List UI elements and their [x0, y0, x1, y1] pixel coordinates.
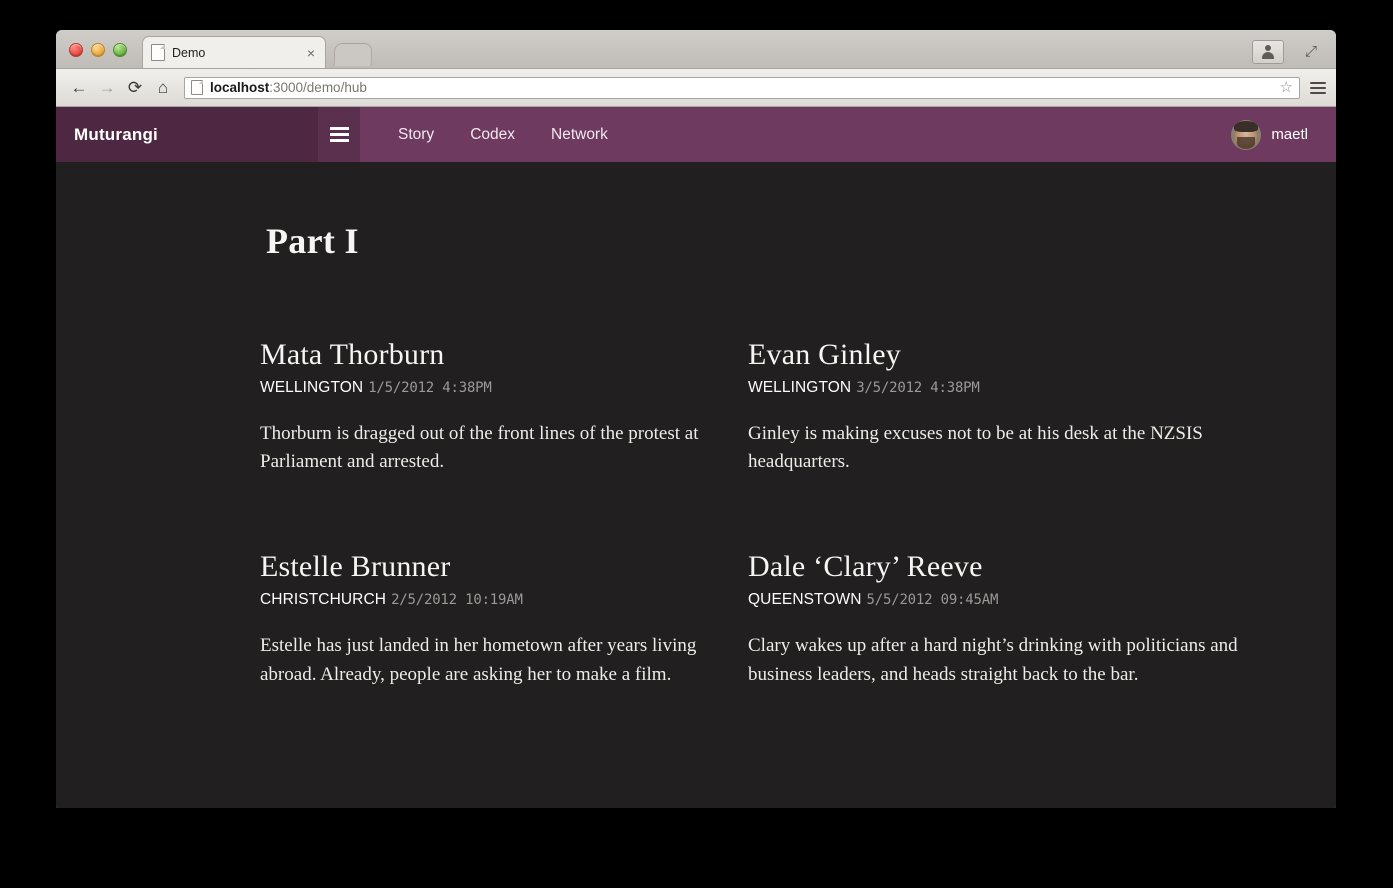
character-timestamp: 3/5/2012 4:38PM	[856, 380, 980, 396]
character-card[interactable]: Mata Thorburn WELLINGTON 1/5/2012 4:38PM …	[260, 338, 748, 477]
character-location: QUEENSTOWN	[748, 591, 862, 609]
minimize-window-button[interactable]	[91, 43, 105, 57]
back-icon[interactable]: ←	[66, 79, 92, 96]
tab-strip: Demo × ⤢	[56, 30, 1336, 69]
nav-link-story[interactable]: Story	[380, 107, 452, 162]
character-timestamp: 5/5/2012 09:45AM	[866, 592, 999, 609]
character-card[interactable]: Evan Ginley WELLINGTON 3/5/2012 4:38PM Gi…	[748, 338, 1336, 477]
character-card[interactable]: Estelle Brunner CHRISTCHURCH 2/5/2012 10:…	[260, 550, 748, 689]
character-location: CHRISTCHURCH	[260, 591, 387, 609]
app-navbar: Muturangi Story Codex Network maetl	[56, 107, 1336, 162]
character-meta: QUEENSTOWN 5/5/2012 09:45AM	[748, 590, 1306, 610]
character-summary: Ginley is making excuses not to be at hi…	[748, 422, 1203, 473]
window-controls	[69, 43, 127, 57]
hamburger-menu-icon	[329, 127, 349, 142]
profile-button[interactable]	[1252, 40, 1284, 64]
reload-icon[interactable]: ⟳	[122, 79, 148, 96]
nav-toggle-button[interactable]	[318, 107, 360, 162]
forward-icon[interactable]: →	[94, 79, 120, 96]
fullscreen-button[interactable]: ⤢	[1296, 40, 1326, 62]
url-path: :3000/demo/hub	[269, 80, 367, 95]
browser-toolbar: ← → ⟳ ⌂ localhost :3000/demo/hub ☆	[56, 69, 1336, 107]
character-name: Estelle Brunner	[260, 550, 451, 584]
home-icon[interactable]: ⌂	[150, 79, 176, 96]
username: maetl	[1271, 126, 1308, 143]
tab-title: Demo	[172, 45, 206, 60]
browser-window: Demo × ⤢ ← → ⟳ ⌂ localhost :3000/demo/hu…	[56, 30, 1336, 808]
character-card[interactable]: Dale ‘Clary’ Reeve QUEENSTOWN 5/5/2012 09…	[748, 550, 1336, 689]
character-timestamp: 1/5/2012 4:38PM	[368, 380, 492, 396]
character-name: Evan Ginley	[748, 338, 901, 371]
page-icon	[151, 44, 165, 61]
bookmark-star-icon[interactable]: ☆	[1280, 80, 1293, 95]
character-summary: Estelle has just landed in her hometown …	[260, 634, 697, 685]
zoom-window-button[interactable]	[113, 43, 127, 57]
character-name: Mata Thorburn	[260, 338, 445, 371]
character-location: WELLINGTON	[748, 379, 852, 396]
brand-name: Muturangi	[74, 124, 158, 144]
browser-menu-icon[interactable]	[1310, 81, 1326, 94]
page-content: Part I Mata Thorburn WELLINGTON 1/5/2012 …	[56, 162, 1336, 690]
character-meta: CHRISTCHURCH 2/5/2012 10:19AM	[260, 590, 718, 610]
close-icon[interactable]: ×	[305, 46, 317, 60]
avatar	[1231, 119, 1262, 150]
close-window-button[interactable]	[69, 43, 83, 57]
url-host: localhost	[210, 80, 270, 95]
page-viewport: Muturangi Story Codex Network maetl Part…	[56, 107, 1336, 808]
expand-arrows-icon: ⤢	[1304, 42, 1317, 60]
character-location: WELLINGTON	[260, 379, 364, 396]
character-name: Dale ‘Clary’ Reeve	[748, 550, 983, 584]
nav-link-codex[interactable]: Codex	[452, 107, 533, 162]
character-summary: Thorburn is dragged out of the front lin…	[260, 422, 699, 473]
new-tab-button[interactable]	[333, 43, 373, 66]
character-meta: WELLINGTON 3/5/2012 4:38PM	[748, 378, 1306, 398]
page-title: Part I	[266, 221, 359, 261]
character-summary: Clary wakes up after a hard night’s drin…	[748, 634, 1238, 685]
user-menu[interactable]: maetl	[1231, 107, 1336, 162]
character-timestamp: 2/5/2012 10:19AM	[391, 592, 523, 609]
brand-block[interactable]: Muturangi	[56, 107, 318, 162]
character-card-grid: Mata Thorburn WELLINGTON 1/5/2012 4:38PM …	[56, 262, 1336, 690]
browser-tab-demo[interactable]: Demo ×	[142, 36, 326, 68]
character-meta: WELLINGTON 1/5/2012 4:38PM	[260, 378, 718, 398]
nav-link-network[interactable]: Network	[533, 107, 626, 162]
nav-links: Story Codex Network	[360, 107, 626, 162]
page-icon	[191, 80, 203, 95]
profile-icon	[1261, 45, 1275, 59]
address-bar[interactable]: localhost :3000/demo/hub ☆	[184, 76, 1300, 99]
